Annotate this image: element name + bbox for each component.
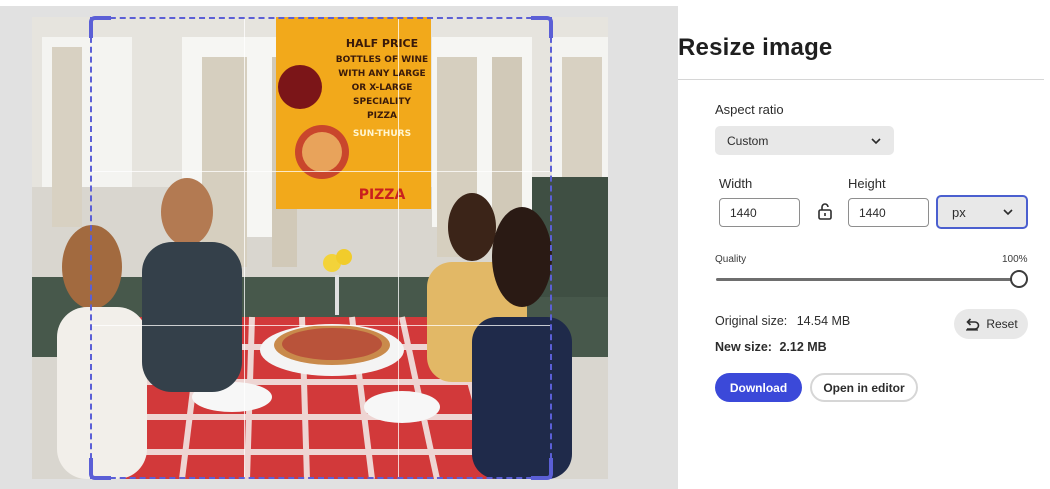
width-label: Width [719, 176, 753, 191]
unlocked-padlock-icon[interactable] [817, 202, 833, 220]
crop-selection-frame[interactable] [89, 16, 553, 480]
original-size-label: Original size: [715, 314, 788, 328]
crop-handle-bottom-left[interactable] [89, 458, 111, 480]
new-size-label: New size: [715, 340, 772, 354]
open-in-editor-button[interactable]: Open in editor [810, 373, 918, 402]
quality-label: Quality [715, 254, 747, 265]
original-size-value: 14.54 MB [796, 314, 851, 328]
resize-panel: Resize image Aspect ratio Custom Width 1… [678, 0, 1050, 489]
panel-title: Resize image [678, 34, 833, 61]
quality-slider-thumb[interactable] [1010, 270, 1028, 288]
original-size-row: Original size: 14.54 MB [715, 314, 850, 328]
height-input[interactable]: 1440 [848, 198, 929, 227]
reset-button[interactable]: Reset [954, 309, 1028, 339]
unit-value: px [952, 204, 966, 220]
height-label: Height [848, 176, 886, 191]
aspect-ratio-select[interactable]: Custom [715, 126, 894, 155]
quality-slider-track[interactable] [716, 278, 1012, 281]
new-size-value: 2.12 MB [779, 340, 827, 354]
crop-grid-line-horizontal [92, 171, 550, 172]
crop-grid-line-vertical [398, 19, 399, 477]
crop-handle-top-right[interactable] [531, 16, 553, 38]
download-button[interactable]: Download [715, 373, 802, 402]
crop-handle-top-left[interactable] [89, 16, 111, 38]
width-input[interactable]: 1440 [719, 198, 800, 227]
quality-value: 100% [1002, 254, 1028, 265]
chevron-down-icon [871, 137, 881, 144]
crop-handle-bottom-right[interactable] [531, 458, 553, 480]
reset-label: Reset [986, 317, 1018, 331]
panel-divider [678, 79, 1044, 80]
image-canvas-area: HALF PRICE BOTTLES OF WINE WITH ANY LARG… [0, 0, 678, 489]
crop-grid-line-vertical [244, 19, 245, 477]
unit-select[interactable]: px [936, 195, 1028, 229]
undo-arrow-icon [966, 318, 980, 331]
chevron-down-icon [1003, 209, 1013, 216]
new-size-row: New size: 2.12 MB [715, 340, 827, 354]
crop-grid-line-horizontal [92, 325, 550, 326]
aspect-ratio-label: Aspect ratio [715, 102, 784, 117]
aspect-ratio-value: Custom [727, 133, 769, 148]
